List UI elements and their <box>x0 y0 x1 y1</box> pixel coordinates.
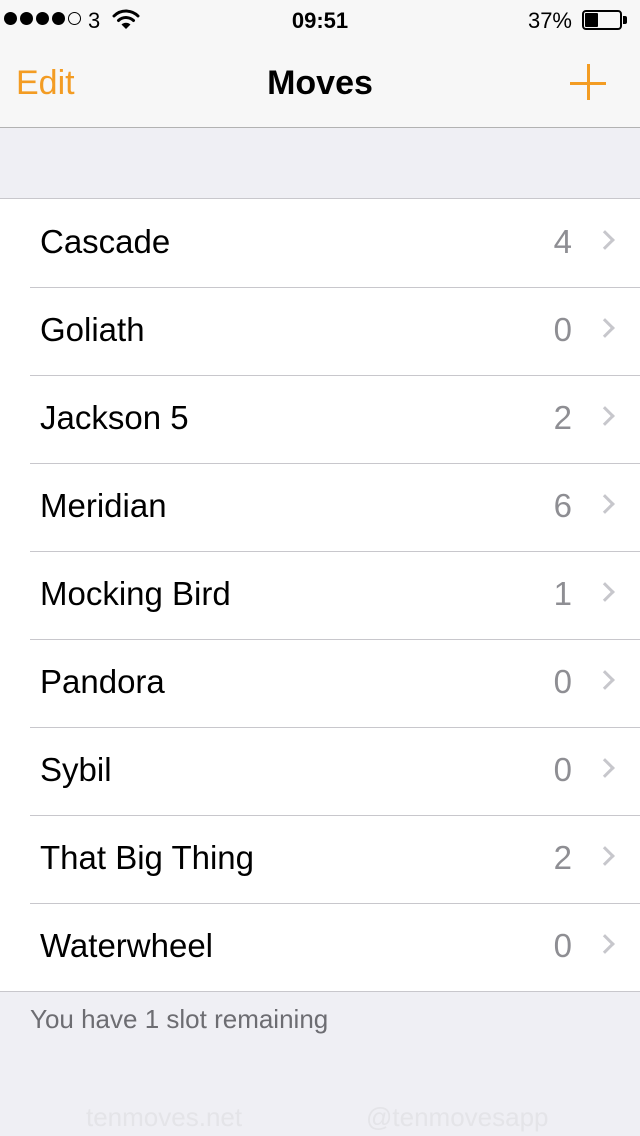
list-item-cascade[interactable]: Cascade 4 <box>0 199 640 287</box>
list-item-sybil[interactable]: Sybil 0 <box>0 727 640 815</box>
move-name: Waterwheel <box>40 927 214 964</box>
move-name: Pandora <box>40 663 165 700</box>
move-count: 2 <box>553 399 572 436</box>
chevron-right-icon <box>595 230 615 250</box>
move-name: Sybil <box>40 751 112 788</box>
chevron-right-icon <box>595 494 615 514</box>
moves-list: Cascade 4 Goliath 0 Jackson 5 2 Meridian… <box>0 198 640 992</box>
page-title: Moves <box>267 64 373 102</box>
list-item-waterwheel[interactable]: Waterwheel 0 <box>0 903 640 991</box>
chevron-right-icon <box>595 318 615 338</box>
battery-fill <box>585 13 598 27</box>
chevron-right-icon <box>595 670 615 690</box>
chevron-right-icon <box>595 846 615 866</box>
move-name: Meridian <box>40 487 167 524</box>
move-count: 2 <box>553 839 572 876</box>
website-link[interactable]: tenmoves.net <box>86 1102 242 1133</box>
move-count: 0 <box>553 927 572 964</box>
plus-icon[interactable] <box>570 63 610 103</box>
chevron-right-icon <box>595 406 615 426</box>
list-item-mocking-bird[interactable]: Mocking Bird 1 <box>0 551 640 639</box>
list-item-meridian[interactable]: Meridian 6 <box>0 463 640 551</box>
move-name: Cascade <box>40 223 171 260</box>
slots-remaining-text: You have 1 slot remaining <box>30 1004 329 1034</box>
move-count: 0 <box>553 663 572 700</box>
battery-icon <box>582 10 628 30</box>
list-item-goliath[interactable]: Goliath 0 <box>0 287 640 375</box>
twitter-handle-link[interactable]: @tenmovesapp <box>366 1102 549 1133</box>
navigation-bar: Edit Moves <box>0 40 640 128</box>
move-count: 0 <box>553 311 572 348</box>
move-count: 1 <box>553 575 572 612</box>
move-count: 4 <box>553 223 572 260</box>
move-name: Jackson 5 <box>40 399 189 436</box>
list-item-that-big-thing[interactable]: That Big Thing 2 <box>0 815 640 903</box>
move-name: Goliath <box>40 311 145 348</box>
chevron-right-icon <box>595 582 615 602</box>
move-name: Mocking Bird <box>40 575 231 612</box>
chevron-right-icon <box>595 758 615 778</box>
move-count: 0 <box>553 751 572 788</box>
list-item-pandora[interactable]: Pandora 0 <box>0 639 640 727</box>
status-bar: 3 09:51 37% <box>0 0 640 40</box>
move-count: 6 <box>553 487 572 524</box>
battery-percent: 37% <box>527 8 572 33</box>
move-name: That Big Thing <box>40 839 255 876</box>
list-item-jackson-5[interactable]: Jackson 5 2 <box>0 375 640 463</box>
chevron-right-icon <box>595 934 615 954</box>
